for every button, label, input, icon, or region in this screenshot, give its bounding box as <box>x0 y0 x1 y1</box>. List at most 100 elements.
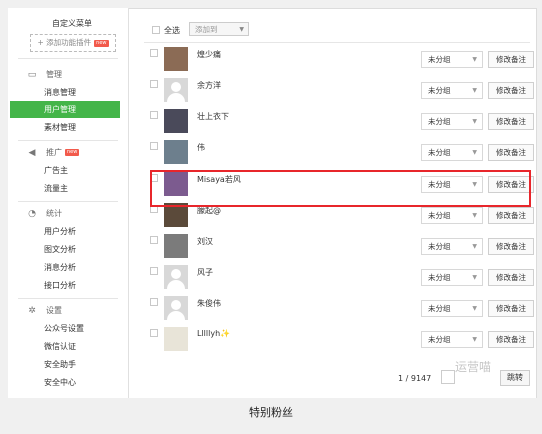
group-select[interactable]: 未分组 ▼ <box>421 269 483 286</box>
user-name[interactable]: Lllllyh✨ <box>197 329 230 338</box>
megaphone-icon: ◀ <box>28 148 36 158</box>
new-badge: new <box>94 39 109 47</box>
image-caption: 特别粉丝 <box>0 398 542 434</box>
default-avatar-icon <box>167 93 185 102</box>
sidebar-item-api-analysis[interactable]: 接口分析 <box>0 277 120 294</box>
default-avatar-icon <box>167 280 185 289</box>
user-row: 煌少痛 未分组 ▼ 修改备注 <box>144 46 534 77</box>
user-checkbox[interactable] <box>150 329 158 337</box>
sidebar-item-materials[interactable]: 素材管理 <box>0 119 120 136</box>
user-row: 风子 未分组 ▼ 修改备注 <box>144 264 534 295</box>
sidebar-item-security-assistant[interactable]: 安全助手 <box>0 356 120 373</box>
group-select[interactable]: 未分组 ▼ <box>421 331 483 348</box>
sidebar-item-custom-menu[interactable]: 自定义菜单 <box>8 15 128 32</box>
edit-remark-button[interactable]: 修改备注 <box>488 269 534 286</box>
user-name[interactable]: 朱俊伟 <box>197 298 221 309</box>
avatar[interactable] <box>164 265 188 289</box>
sidebar-section-settings: ✲ 设置 <box>26 304 62 318</box>
group-select[interactable]: 未分组 ▼ <box>421 113 483 130</box>
avatar[interactable] <box>164 78 188 102</box>
group-select[interactable]: 未分组 ▼ <box>421 144 483 161</box>
group-value: 未分组 <box>428 304 451 313</box>
edit-remark-button[interactable]: 修改备注 <box>488 207 534 224</box>
avatar[interactable] <box>164 109 188 133</box>
chevron-down-icon: ▼ <box>472 56 477 63</box>
default-avatar-icon <box>167 311 185 320</box>
sidebar-item-advertiser[interactable]: 广告主 <box>0 162 120 179</box>
user-row: Lllllyh✨ 未分组 ▼ 修改备注 <box>144 326 534 357</box>
user-name[interactable]: 煌少痛 <box>197 49 221 60</box>
select-all-label: 全选 <box>164 26 180 35</box>
avatar[interactable] <box>164 296 188 320</box>
user-name[interactable]: 刘汉 <box>197 236 213 247</box>
group-select[interactable]: 未分组 ▼ <box>421 82 483 99</box>
chevron-down-icon: ▼ <box>472 212 477 219</box>
sidebar-divider <box>18 298 118 299</box>
sidebar-item-messages[interactable]: 消息管理 <box>0 84 120 101</box>
chevron-down-icon: ▼ <box>472 274 477 281</box>
user-checkbox[interactable] <box>150 142 158 150</box>
user-name[interactable]: 壮上衣下 <box>197 111 229 122</box>
sidebar-item-account-settings[interactable]: 公众号设置 <box>0 320 120 337</box>
sidebar-divider <box>18 201 118 202</box>
sidebar-divider <box>18 58 118 59</box>
list-toolbar: 全选 添加到 ▼ <box>144 18 530 43</box>
edit-remark-button[interactable]: 修改备注 <box>488 300 534 317</box>
edit-remark-button[interactable]: 修改备注 <box>488 82 534 99</box>
page-indicator: 1 / 9147 <box>398 374 432 383</box>
group-value: 未分组 <box>428 211 451 220</box>
group-select[interactable]: 未分组 ▼ <box>421 300 483 317</box>
avatar[interactable] <box>164 327 188 351</box>
sidebar-section-promote: ◀ 推广 new <box>26 146 80 160</box>
group-select[interactable]: 未分组 ▼ <box>421 51 483 68</box>
user-row: 壮上衣下 未分组 ▼ 修改备注 <box>144 108 534 139</box>
new-badge: new <box>65 149 80 156</box>
sidebar-section-title: 管理 <box>46 70 62 79</box>
select-all-checkbox[interactable] <box>152 26 160 34</box>
avatar[interactable] <box>164 234 188 258</box>
group-value: 未分组 <box>428 86 451 95</box>
sidebar-item-user-analysis[interactable]: 用户分析 <box>0 223 120 240</box>
avatar[interactable] <box>164 47 188 71</box>
screenshot-frame: 自定义菜单 + 添加功能插件 new ▭ 管理 消息管理 用户管理 素材管理 ◀ 推广… <box>0 0 542 434</box>
group-select[interactable]: 未分组 ▼ <box>421 238 483 255</box>
user-name[interactable]: 伟 <box>197 142 205 153</box>
user-checkbox[interactable] <box>150 267 158 275</box>
sidebar-item-message-analysis[interactable]: 消息分析 <box>0 259 120 276</box>
user-checkbox[interactable] <box>150 80 158 88</box>
group-value: 未分组 <box>428 148 451 157</box>
user-checkbox[interactable] <box>150 298 158 306</box>
user-name[interactable]: 余方洋 <box>197 80 221 91</box>
user-checkbox[interactable] <box>150 49 158 57</box>
edit-remark-button[interactable]: 修改备注 <box>488 51 534 68</box>
group-value: 未分组 <box>428 117 451 126</box>
user-checkbox[interactable] <box>150 236 158 244</box>
edit-remark-button[interactable]: 修改备注 <box>488 113 534 130</box>
sidebar-section-title: 推广 <box>46 148 62 157</box>
add-plugin-button[interactable]: + 添加功能插件 new <box>30 34 116 52</box>
group-value: 未分组 <box>428 335 451 344</box>
edit-remark-button[interactable]: 修改备注 <box>488 331 534 348</box>
avatar[interactable] <box>164 140 188 164</box>
sidebar-item-security-center[interactable]: 安全中心 <box>0 374 120 391</box>
sidebar-item-traffic[interactable]: 流量主 <box>0 180 120 197</box>
edit-remark-button[interactable]: 修改备注 <box>488 238 534 255</box>
watermark: 运营喵 <box>455 360 492 374</box>
chevron-down-icon: ▼ <box>472 87 477 94</box>
sidebar-divider <box>18 140 118 141</box>
sidebar-section-title: 统计 <box>46 209 62 218</box>
page-number-input[interactable] <box>441 370 455 384</box>
group-value: 未分组 <box>428 55 451 64</box>
user-checkbox[interactable] <box>150 111 158 119</box>
user-row: 余方洋 未分组 ▼ 修改备注 <box>144 77 534 108</box>
edit-remark-button[interactable]: 修改备注 <box>488 144 534 161</box>
group-select[interactable]: 未分组 ▼ <box>421 207 483 224</box>
jump-button[interactable]: 跳转 <box>500 370 530 386</box>
gear-icon: ✲ <box>28 306 36 316</box>
sidebar-item-users[interactable]: 用户管理 <box>10 101 120 118</box>
user-name[interactable]: 风子 <box>197 267 213 278</box>
sidebar-item-article-analysis[interactable]: 图文分析 <box>0 241 120 258</box>
default-avatar-icon <box>171 300 181 310</box>
add-to-group-select[interactable]: 添加到 ▼ <box>189 22 249 36</box>
sidebar-item-wechat-verify[interactable]: 微信认证 <box>0 338 120 355</box>
